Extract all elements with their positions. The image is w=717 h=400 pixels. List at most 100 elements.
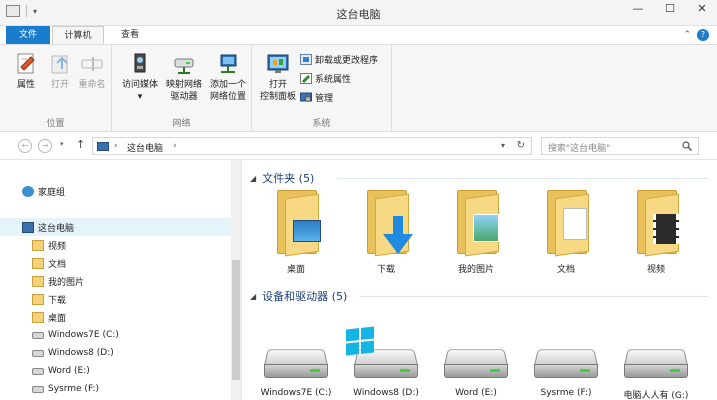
this-pc-icon — [97, 142, 109, 151]
control-panel-icon — [265, 51, 291, 77]
address-dropdown-icon[interactable]: ▾ — [501, 141, 505, 150]
drive-e[interactable]: Word (E:) — [436, 338, 516, 398]
forward-button[interactable]: → — [38, 139, 52, 153]
uninstall-icon — [300, 54, 312, 65]
breadcrumb-chevron-icon[interactable]: › — [173, 141, 177, 151]
folder-icon — [32, 257, 44, 269]
system-properties-label: 系统属性 — [315, 75, 352, 85]
folder-label: 下载 — [376, 265, 395, 275]
add-location-label-1: 添加一个 — [209, 80, 246, 90]
group-label-network: 网络 — [172, 119, 191, 129]
nav-label: Word (E:) — [48, 366, 90, 376]
drive-label: Word (E:) — [455, 388, 497, 398]
breadcrumb-chevron-icon[interactable]: › — [114, 141, 118, 151]
nav-documents[interactable]: 文档 — [32, 254, 66, 272]
breadcrumb-this-pc[interactable]: 这台电脑 — [127, 141, 163, 154]
rename-button[interactable]: 重命名 — [72, 51, 112, 91]
drive-g[interactable]: 电脑人人有 (G:) — [616, 338, 696, 400]
folder-documents[interactable]: 文档 — [526, 190, 606, 275]
access-media-label: 访问媒体 — [121, 80, 158, 90]
map-drive-icon — [171, 51, 197, 77]
folder-videos[interactable]: 视频 — [616, 190, 696, 275]
group-label-location: 位置 — [46, 119, 65, 129]
drive-label: Sysrme (F:) — [540, 388, 592, 398]
back-button[interactable]: ← — [18, 139, 32, 153]
nav-label: 下载 — [48, 295, 67, 306]
nav-label: Windows8 (D:) — [48, 348, 114, 358]
uninstall-label: 卸载或更改程序 — [315, 56, 379, 66]
nav-label: Sysrme (F:) — [48, 384, 99, 394]
hard-drive-icon — [623, 338, 689, 382]
nav-this-pc[interactable]: 这台电脑 — [0, 218, 232, 236]
ribbon-group-network: 访问媒体 ▾ 映射网络 驱动器 添加一个 网络位置 网络 — [112, 45, 252, 133]
navigation-pane: 家庭组 这台电脑 视频 文档 我的图片 下载 桌面 Windows7E (C:)… — [0, 160, 242, 400]
nav-label: 视频 — [48, 241, 67, 252]
drive-icon — [32, 367, 44, 375]
search-input[interactable]: 搜索"这台电脑" — [541, 137, 699, 155]
open-icon — [47, 51, 73, 77]
address-row: ← → ▾ ↑ › 这台电脑 › ▾ ↻ 搜索"这台电脑" — [0, 132, 717, 160]
nav-drive-e[interactable]: Word (E:) — [32, 362, 90, 380]
hard-drive-icon — [443, 338, 509, 382]
folder-icon — [32, 275, 44, 287]
tab-computer[interactable]: 计算机 — [52, 26, 104, 44]
nav-videos[interactable]: 视频 — [32, 236, 66, 254]
close-button[interactable]: ✕ — [693, 2, 711, 15]
drive-c[interactable]: Windows7E (C:) — [256, 338, 336, 398]
drive-d[interactable]: Windows8 (D:) — [346, 326, 426, 398]
recent-locations-icon[interactable]: ▾ — [60, 140, 64, 148]
collapse-chevron-icon[interactable]: ◢ — [250, 174, 256, 183]
media-icon — [127, 51, 153, 77]
system-properties-button[interactable]: 系统属性 — [300, 72, 351, 85]
nav-scrollbar-thumb[interactable] — [232, 260, 240, 380]
address-bar[interactable]: › 这台电脑 › ▾ ↻ — [92, 137, 532, 155]
rename-label: 重命名 — [78, 80, 106, 90]
drives-header-label: 设备和驱动器 (5) — [262, 290, 348, 303]
nav-scrollbar[interactable] — [231, 160, 241, 400]
tab-file[interactable]: 文件 — [6, 26, 50, 44]
drive-label: Windows8 (D:) — [353, 388, 419, 398]
folder-downloads[interactable]: 下载 — [346, 190, 426, 275]
documents-folder-icon — [541, 190, 591, 257]
add-location-label-2: 网络位置 — [209, 92, 246, 102]
uninstall-program-button[interactable]: 卸载或更改程序 — [300, 53, 378, 66]
folder-icon — [32, 239, 44, 251]
search-placeholder: 搜索"这台电脑" — [548, 144, 611, 154]
open-control-panel-button[interactable]: 打开 控制面板 — [256, 51, 300, 103]
nav-drive-f[interactable]: Sysrme (F:) — [32, 380, 99, 398]
folder-label: 桌面 — [286, 265, 305, 275]
ribbon-collapse-icon[interactable]: ⌃ — [683, 30, 691, 40]
section-header-drives[interactable]: ◢ 设备和驱动器 (5) — [250, 288, 347, 304]
nav-homegroup[interactable]: 家庭组 — [22, 182, 65, 200]
drive-label: Windows7E (C:) — [260, 388, 332, 398]
ribbon-tabs: 文件 计算机 查看 ⌃ ? — [0, 26, 717, 44]
nav-downloads[interactable]: 下载 — [32, 290, 66, 308]
add-network-location-button[interactable]: 添加一个 网络位置 — [206, 51, 250, 103]
network-location-icon — [215, 51, 241, 77]
control-panel-label-2: 控制面板 — [259, 92, 296, 102]
nav-drive-c[interactable]: Windows7E (C:) — [32, 326, 119, 344]
collapse-chevron-icon[interactable]: ◢ — [250, 292, 256, 301]
drive-icon — [32, 349, 44, 357]
nav-drive-d[interactable]: Windows8 (D:) — [32, 344, 114, 362]
section-header-folders[interactable]: ◢ 文件夹 (5) — [250, 170, 314, 186]
help-icon[interactable]: ? — [697, 29, 709, 41]
nav-pictures[interactable]: 我的图片 — [32, 272, 84, 290]
properties-icon — [13, 51, 39, 77]
nav-desktop[interactable]: 桌面 — [32, 308, 66, 326]
up-button[interactable]: ↑ — [76, 138, 85, 151]
ribbon: 属性 打开 重命名 位置 访问媒体 ▾ 映射网络 驱动器 添加一个 网络位置 网… — [0, 44, 717, 133]
map-drive-label-2: 驱动器 — [170, 92, 198, 102]
section-divider — [338, 178, 708, 179]
search-icon — [682, 141, 692, 151]
access-media-button[interactable]: 访问媒体 ▾ — [118, 51, 162, 103]
refresh-icon[interactable]: ↻ — [517, 140, 525, 151]
drive-f[interactable]: Sysrme (F:) — [526, 338, 606, 398]
folder-desktop[interactable]: 桌面 — [256, 190, 336, 275]
map-network-drive-button[interactable]: 映射网络 驱动器 — [162, 51, 206, 103]
folder-pictures[interactable]: 我的图片 — [436, 190, 516, 275]
maximize-button[interactable]: ☐ — [661, 2, 679, 15]
tab-view[interactable]: 查看 — [110, 26, 150, 44]
manage-button[interactable]: 管理 — [300, 91, 333, 104]
minimize-button[interactable]: — — [629, 2, 647, 15]
